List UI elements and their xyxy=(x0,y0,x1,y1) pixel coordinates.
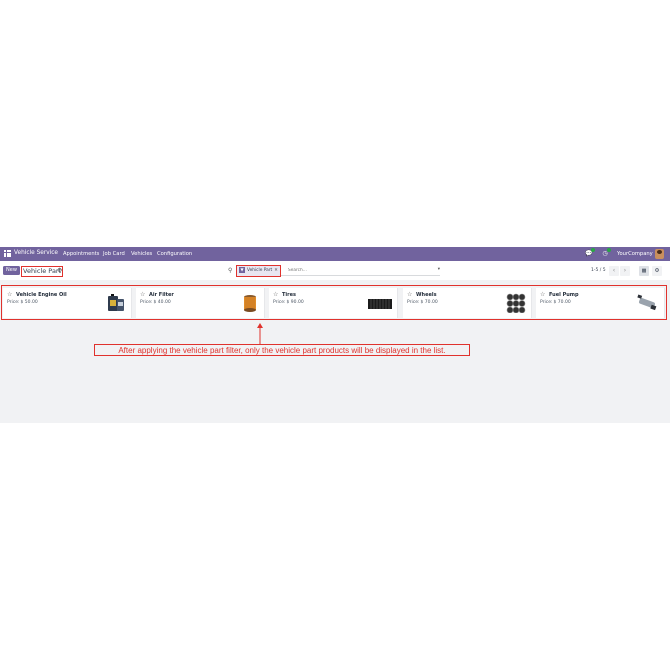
annotation-arrow xyxy=(257,323,263,345)
annotation-note: After applying the vehicle part filter, … xyxy=(94,344,470,356)
app-window: Vehicle Service Appointments Job Card Ve… xyxy=(0,247,670,423)
